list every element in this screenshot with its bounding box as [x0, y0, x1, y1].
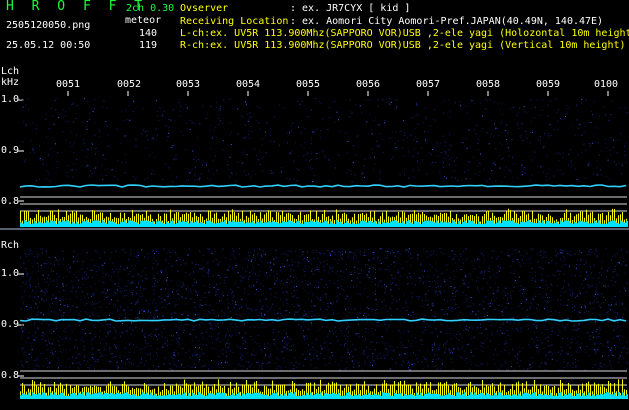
rch-noise-field — [20, 248, 628, 371]
rch-signal-level-strip — [20, 379, 628, 399]
rch-carrier-line — [19, 318, 627, 322]
spectrogram-canvas — [0, 91, 629, 399]
lch-noise-field — [20, 98, 628, 183]
lch-carrier-line — [19, 184, 627, 188]
channel-divider — [0, 228, 629, 230]
hrofft-window: { "header": { "app_title": "H R O F F T"… — [0, 0, 629, 410]
